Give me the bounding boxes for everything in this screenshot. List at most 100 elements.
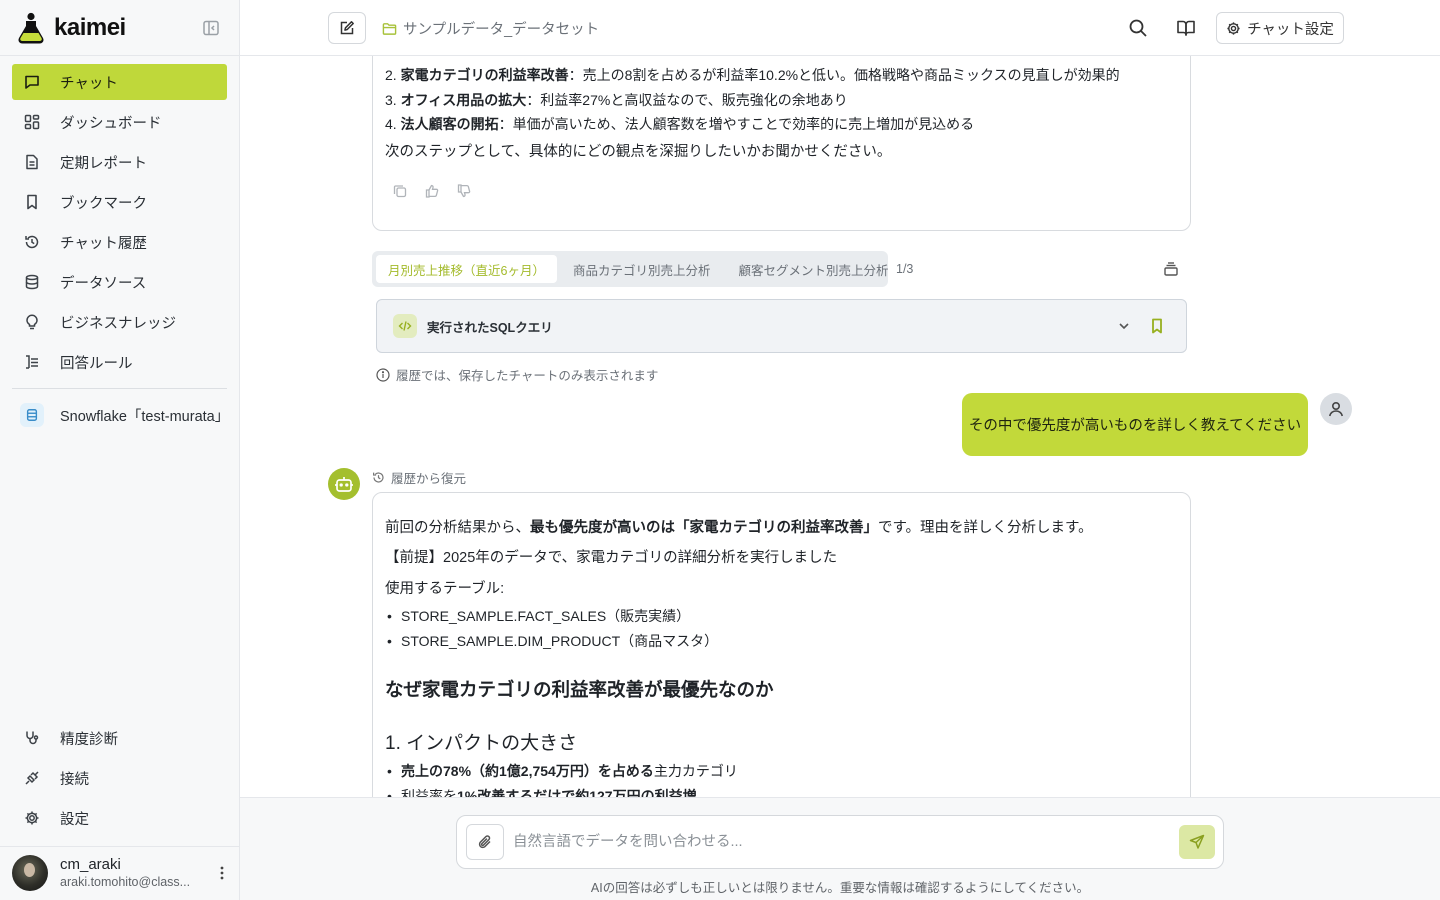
collapse-sidebar-icon[interactable]: [202, 19, 220, 37]
chart-tabs: 月別売上推移（直近6ヶ月） 商品カテゴリ別売上分析 顧客セグメント別売上分析: [372, 251, 888, 287]
bookmark-icon: [24, 194, 40, 210]
sidebar-item-label: 設定: [60, 811, 89, 828]
sidebar-item-settings[interactable]: 設定: [12, 800, 227, 836]
list-item: STORE_SAMPLE.DIM_PRODUCT（商品マスタ）: [385, 629, 718, 654]
sql-query-panel[interactable]: 実行されたSQLクエリ: [376, 299, 1187, 353]
tab-segment-sales[interactable]: 顧客セグメント別売上分析: [726, 255, 900, 283]
impact-list: 売上の78%（約1億2,754万円）を占める主力カテゴリ 利益率を1%改善するだ…: [385, 759, 738, 797]
composer-area: AIの回答は必ずしも正しいとは限りません。重要な情報は確認するようにしてください…: [240, 797, 1440, 900]
sidebar: kaimei チャット ダッシュボード 定期レポート ブックマーク チャット履歴…: [0, 0, 240, 900]
recommendation-list: 2. 家電カテゴリの利益率改善：売上の8割を占めるが利益率10.2%と低い。価格…: [385, 63, 1120, 137]
datasource-label: Snowflake「test-murata」: [60, 408, 230, 425]
edit-icon: [339, 20, 355, 36]
chevron-down-icon[interactable]: [1116, 318, 1132, 334]
info-icon: [376, 367, 390, 382]
assistant-message-previous: 2. 家電カテゴリの利益率改善：売上の8割を占めるが利益率10.2%と低い。価格…: [372, 56, 1191, 231]
stack-icon[interactable]: [1162, 260, 1180, 278]
brand[interactable]: kaimei: [16, 10, 126, 46]
brand-name: kaimei: [54, 14, 126, 41]
bot-avatar-icon: [328, 468, 360, 500]
dashboard-icon: [24, 114, 40, 130]
tab-category-sales[interactable]: 商品カテゴリ別売上分析: [561, 255, 723, 283]
divider: [12, 388, 227, 389]
paperclip-icon: [477, 834, 493, 850]
sidebar-item-bookmarks[interactable]: ブックマーク: [12, 184, 227, 220]
list-item: 3. オフィス用品の拡大：利益率27%と高収益なので、販売強化の余地あり: [385, 91, 848, 108]
book-icon[interactable]: [1176, 18, 1196, 38]
answer-premise: 【前提】2025年のデータで、家電カテゴリの詳細分析を実行しました: [385, 550, 838, 566]
sidebar-item-knowledge[interactable]: ビジネスナレッジ: [12, 304, 227, 340]
code-icon: [393, 314, 417, 338]
search-icon[interactable]: [1128, 18, 1148, 38]
ai-disclaimer: AIの回答は必ずしも正しいとは限りません。重要な情報は確認するようにしてください…: [590, 881, 1090, 895]
user-profile[interactable]: cm_araki araki.tomohito@class...: [12, 855, 234, 891]
restored-from-history: 履歴から復元: [372, 468, 466, 487]
next-step-text: 次のステップとして、具体的にどの観点を深掘りしたいかお聞かせください。: [385, 144, 892, 160]
user-email: araki.tomohito@class...: [60, 875, 191, 889]
stethoscope-icon: [24, 730, 40, 746]
tab-monthly-sales[interactable]: 月別売上推移（直近6ヶ月）: [376, 255, 557, 283]
sidebar-item-rules[interactable]: 回答ルール: [12, 344, 227, 380]
list-item: 利益率を1%改善するだけで約127万円の利益増: [385, 784, 738, 797]
history-icon: [24, 234, 40, 250]
gear-icon: [1226, 21, 1241, 36]
sidebar-item-datasource[interactable]: データソース: [12, 264, 227, 300]
sidebar-item-snowflake-datasource[interactable]: Snowflake「test-murata」: [12, 398, 240, 432]
avatar: [12, 855, 48, 891]
attach-button[interactable]: [466, 824, 504, 860]
sidebar-item-label: 定期レポート: [60, 155, 147, 172]
sidebar-item-chat[interactable]: チャット: [12, 64, 227, 100]
dataset-name: サンプルデータ_データセット: [403, 22, 600, 38]
send-button[interactable]: [1179, 825, 1215, 859]
copy-icon[interactable]: [393, 184, 407, 198]
query-input[interactable]: [513, 826, 1163, 858]
sidebar-item-label: 精度診断: [60, 731, 118, 748]
sidebar-item-reports[interactable]: 定期レポート: [12, 144, 227, 180]
dataset-selector[interactable]: サンプルデータ_データセット: [382, 18, 599, 39]
tables-list: STORE_SAMPLE.FACT_SALES（販売実績） STORE_SAMP…: [385, 604, 718, 654]
send-icon: [1189, 834, 1205, 850]
composer: [456, 815, 1224, 869]
gear-icon: [24, 810, 40, 826]
sidebar-item-label: ビジネスナレッジ: [60, 315, 176, 332]
top-header: サンプルデータ_データセット チャット設定: [240, 0, 1440, 56]
history-notice: 履歴では、保存したチャートのみ表示されます: [376, 365, 658, 384]
sidebar-item-history[interactable]: チャット履歴: [12, 224, 227, 260]
sidebar-item-label: ブックマーク: [60, 195, 147, 212]
new-chat-button[interactable]: [328, 12, 366, 44]
chart-page-indicator: 1/3: [896, 262, 914, 276]
list-item: 売上の78%（約1億2,754万円）を占める主力カテゴリ: [385, 759, 738, 784]
more-vertical-icon[interactable]: [214, 864, 230, 882]
database-icon: [20, 403, 44, 427]
sidebar-item-diagnosis[interactable]: 精度診断: [12, 720, 227, 756]
chat-conversation: 2. 家電カテゴリの利益率改善：売上の8割を占めるが利益率10.2%と低い。価格…: [240, 56, 1440, 797]
user-name: cm_araki: [60, 856, 121, 873]
chat-settings-label: チャット設定: [1247, 21, 1334, 38]
connection-icon: [24, 770, 40, 786]
sidebar-item-label: ダッシュボード: [60, 115, 162, 132]
chat-icon: [24, 74, 40, 90]
lightbulb-icon: [24, 314, 40, 330]
sidebar-item-label: チャット: [60, 75, 118, 92]
answer-heading: なぜ家電カテゴリの利益率改善が最優先なのか: [385, 679, 774, 700]
sidebar-item-label: チャット履歴: [60, 235, 147, 252]
sidebar-item-connection[interactable]: 接続: [12, 760, 227, 796]
history-notice-text: 履歴では、保存したチャートのみ表示されます: [396, 369, 659, 383]
report-icon: [24, 154, 40, 170]
chat-settings-button[interactable]: チャット設定: [1216, 12, 1344, 44]
list-item: 2. 家電カテゴリの利益率改善：売上の8割を占めるが利益率10.2%と低い。価格…: [385, 67, 1120, 83]
divider: [0, 846, 240, 847]
user-info: cm_araki araki.tomohito@class...: [60, 856, 200, 890]
sidebar-item-dashboard[interactable]: ダッシュボード: [12, 104, 227, 140]
sidebar-item-label: データソース: [60, 275, 147, 292]
tables-label: 使用するテーブル:: [385, 581, 505, 597]
bookmark-icon[interactable]: [1148, 317, 1166, 335]
sql-panel-title: 実行されたSQLクエリ: [427, 320, 553, 335]
thumbs-down-icon[interactable]: [457, 184, 471, 198]
assistant-message-current: 前回の分析結果から、最も優先度が高いのは「家電カテゴリの利益率改善」です。理由を…: [372, 492, 1191, 797]
sidebar-bottom-nav: 精度診断 接続 設定: [12, 720, 227, 840]
answer-subheading: 1. インパクトの大きさ: [385, 733, 578, 754]
divider: [0, 55, 240, 56]
sidebar-nav: チャット ダッシュボード 定期レポート ブックマーク チャット履歴 データソース…: [12, 64, 227, 384]
thumbs-up-icon[interactable]: [425, 184, 439, 198]
